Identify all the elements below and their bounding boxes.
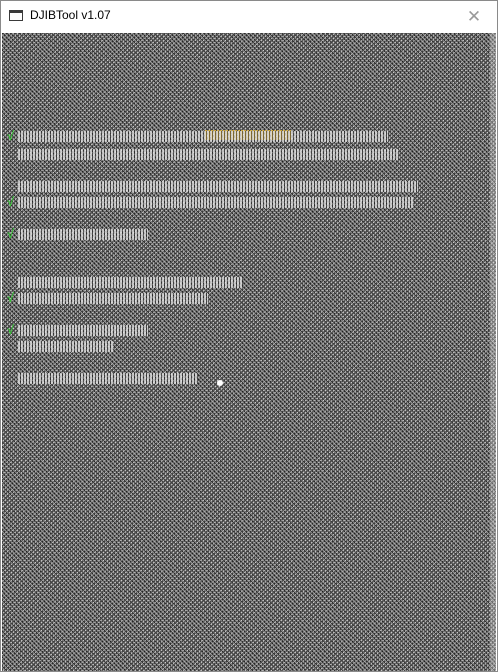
vertical-scrollbar[interactable] — [490, 33, 496, 671]
app-window: DJIBTool v1.07 ✕ √ √ √ √ √ — [0, 0, 498, 672]
console-line: √ — [2, 193, 482, 211]
close-button[interactable]: ✕ — [451, 1, 497, 32]
console-line: √ — [2, 225, 482, 243]
window-title: DJIBTool v1.07 — [30, 8, 111, 22]
console-line — [2, 145, 482, 163]
text-cursor — [217, 380, 223, 386]
window-icon — [9, 10, 23, 21]
console-line: √ — [2, 127, 482, 145]
checkmark-icon: √ — [7, 227, 15, 241]
console-line: √ — [2, 289, 482, 307]
checkmark-icon: √ — [7, 291, 15, 305]
console-line — [2, 369, 482, 387]
console-line — [2, 337, 482, 355]
console-output: √ √ √ √ √ — [2, 33, 496, 671]
checkmark-icon: √ — [7, 195, 15, 209]
checkmark-icon: √ — [7, 129, 15, 143]
checkmark-icon: √ — [7, 323, 15, 337]
title-bar[interactable]: DJIBTool v1.07 ✕ — [1, 1, 497, 32]
